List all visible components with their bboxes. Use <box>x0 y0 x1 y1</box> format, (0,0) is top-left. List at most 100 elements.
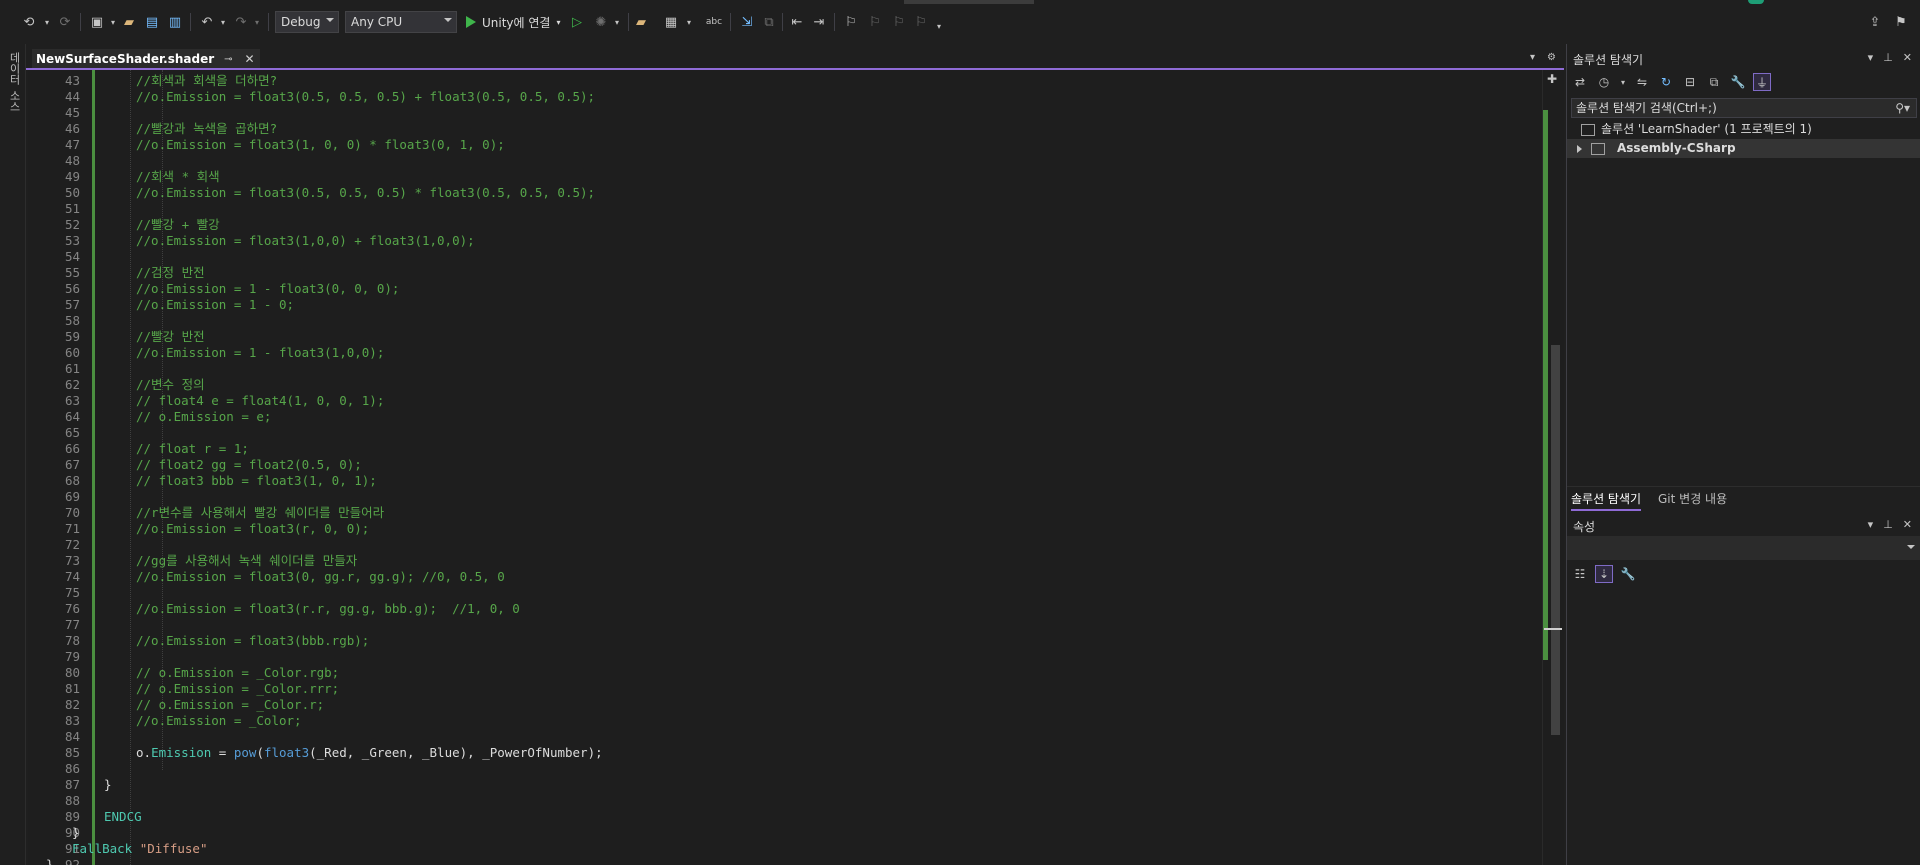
browse-folder-icon[interactable]: ▰ <box>632 12 650 32</box>
code-line[interactable]: 56 //o.Emission = 1 - float3(0, 0, 0); <box>28 281 1528 297</box>
filter-dropdown-icon[interactable]: ▾ <box>1619 73 1627 91</box>
properties-pin-icon[interactable]: ⊥ <box>1883 518 1893 531</box>
next-bookmark-icon[interactable]: ⚐ <box>890 12 908 32</box>
code-line[interactable]: 51 <box>28 201 1528 217</box>
start-without-debug-icon[interactable]: ▷ <box>568 12 586 32</box>
redo-dropdown-icon[interactable]: ▾ <box>248 12 266 32</box>
tab-git-changes[interactable]: Git 변경 내용 <box>1658 490 1727 507</box>
window-position-icon[interactable]: ▾ <box>1868 51 1874 64</box>
attach-unity-button[interactable]: Unity에 연결 ▾ <box>466 11 560 33</box>
code-line[interactable]: 50 //o.Emission = float3(0.5, 0.5, 0.5) *… <box>28 185 1528 201</box>
code-line[interactable]: 62 //변수 정의 <box>28 377 1528 393</box>
save-icon[interactable]: ▤ <box>143 12 161 32</box>
code-line[interactable]: 72 <box>28 537 1528 553</box>
windows-layout-icon[interactable]: ▦ <box>662 12 680 32</box>
clear-bookmarks-icon[interactable]: ⚐ <box>912 12 930 32</box>
code-line[interactable]: 44 //o.Emission = float3(0.5, 0.5, 0.5) +… <box>28 89 1528 105</box>
code-line[interactable]: 85 o.Emission = pow(float3(_Red, _Green, … <box>28 745 1528 761</box>
bookmark-icon[interactable]: ⚐ <box>842 12 860 32</box>
prev-bookmark-icon[interactable]: ⚐ <box>866 12 884 32</box>
layout-dropdown-icon[interactable]: ▾ <box>680 12 698 32</box>
code-line[interactable]: 75 <box>28 585 1528 601</box>
sync-active-document-icon[interactable]: ⇋ <box>1633 73 1651 91</box>
pending-changes-filter-icon[interactable]: ◷ <box>1595 73 1613 91</box>
spell-check-icon[interactable]: abc <box>705 12 723 32</box>
code-line[interactable]: 54 <box>28 249 1528 265</box>
categorized-icon[interactable]: ☷ <box>1571 565 1589 583</box>
code-line[interactable]: 57 //o.Emission = 1 - 0; <box>28 297 1528 313</box>
toolbar-overflow-icon[interactable]: ▾ <box>930 16 948 36</box>
properties-wrench-icon[interactable]: 🔧 <box>1729 73 1747 91</box>
properties-close-icon[interactable]: ✕ <box>1903 518 1912 531</box>
close-panel-icon[interactable]: ✕ <box>1903 51 1912 64</box>
configuration-select[interactable]: Debug <box>275 11 339 33</box>
code-line[interactable]: 88 <box>28 793 1528 809</box>
code-line[interactable]: 82 // o.Emission = _Color.r; <box>28 697 1528 713</box>
attach-dropdown-icon[interactable]: ▾ <box>556 18 560 27</box>
tab-list-dropdown-icon[interactable]: ▾ <box>1530 52 1535 63</box>
code-line[interactable]: 60 //o.Emission = 1 - float3(1,0,0); <box>28 345 1528 361</box>
properties-position-icon[interactable]: ▾ <box>1868 518 1874 531</box>
code-line[interactable]: 92} <box>28 857 1528 865</box>
code-line[interactable]: 59 //빨강 반전 <box>28 329 1528 345</box>
step-over-icon[interactable]: ⧉ <box>760 12 778 32</box>
code-line[interactable]: 67 // float2 gg = float2(0.5, 0); <box>28 457 1528 473</box>
property-pages-icon[interactable]: 🔧 <box>1619 565 1637 583</box>
code-line[interactable]: 81 // o.Emission = _Color.rrr; <box>28 681 1528 697</box>
code-line[interactable]: 84 <box>28 729 1528 745</box>
code-line[interactable]: 65 <box>28 425 1528 441</box>
step-into-icon[interactable]: ⇲ <box>738 12 756 32</box>
switch-views-icon[interactable]: ⇄ <box>1571 73 1589 91</box>
close-icon[interactable]: ✕ <box>245 52 255 66</box>
code-line[interactable]: 55 //검정 반전 <box>28 265 1528 281</box>
code-line[interactable]: 43 //회색과 회색을 더하면? <box>28 73 1528 89</box>
tab-solution-explorer[interactable]: 솔루션 탐색기 <box>1571 490 1642 511</box>
forward-icon[interactable]: ⟳ <box>56 12 74 32</box>
back-dropdown-icon[interactable]: ▾ <box>38 12 56 32</box>
platform-select[interactable]: Any CPU <box>345 11 457 33</box>
code-line[interactable]: 73 //gg를 사용해서 녹색 쉐이더를 만들자 <box>28 553 1528 569</box>
hot-reload-dropdown-icon[interactable]: ▾ <box>608 12 626 32</box>
code-line[interactable]: 87} <box>28 777 1528 793</box>
expand-icon[interactable] <box>1577 145 1582 153</box>
feedback-icon[interactable]: ⚑ <box>1892 12 1910 32</box>
refresh-icon[interactable]: ↻ <box>1657 73 1675 91</box>
code-line[interactable]: 53 //o.Emission = float3(1,0,0) + float3(… <box>28 233 1528 249</box>
code-line[interactable]: 91 FallBack "Diffuse" <box>28 841 1528 857</box>
solution-search-input[interactable]: 솔루션 탐색기 검색(Ctrl+;) ⚲▾ <box>1571 98 1917 118</box>
alphabetical-icon[interactable]: ⇣ <box>1595 565 1613 583</box>
code-line[interactable]: 63 // float4 e = float4(1, 0, 0, 1); <box>28 393 1528 409</box>
outdent-icon[interactable]: ⇤ <box>788 12 806 32</box>
code-line[interactable]: 79 <box>28 649 1528 665</box>
code-line[interactable]: 49 //회색 * 회색 <box>28 169 1528 185</box>
code-line[interactable]: 68 // float3 bbb = float3(1, 0, 1); <box>28 473 1528 489</box>
code-line[interactable]: 61 <box>28 361 1528 377</box>
solution-node[interactable]: 솔루션 'LearnShader' (1 프로젝트의 1) <box>1567 120 1920 139</box>
code-line[interactable]: 86 <box>28 761 1528 777</box>
code-line[interactable]: 46 //빨강과 녹색을 곱하면? <box>28 121 1528 137</box>
save-all-icon[interactable]: ▥ <box>166 12 184 32</box>
undo-dropdown-icon[interactable]: ▾ <box>214 12 232 32</box>
code-line[interactable]: 70 //r변수를 사용해서 빨강 쉐이더를 만들어라 <box>28 505 1528 521</box>
code-line[interactable]: 83 //o.Emission = _Color; <box>28 713 1528 729</box>
back-icon[interactable]: ⟲ <box>20 12 38 32</box>
code-line[interactable]: 52 //빨강 + 빨강 <box>28 217 1528 233</box>
editor-scrollbar[interactable] <box>1542 70 1564 865</box>
code-line[interactable]: 77 <box>28 617 1528 633</box>
code-line[interactable]: 89 ENDCG <box>28 809 1528 825</box>
preview-selected-icon[interactable]: ⏚ <box>1753 73 1771 91</box>
project-node[interactable]: Assembly-CSharp <box>1567 139 1920 158</box>
code-line[interactable]: 69 <box>28 489 1528 505</box>
code-line[interactable]: 74 //o.Emission = float3(0, gg.r, gg.g); … <box>28 569 1528 585</box>
code-line[interactable]: 76 //o.Emission = float3(r.r, gg.g, bbb.g… <box>28 601 1528 617</box>
show-all-files-icon[interactable]: ⧉ <box>1705 73 1723 91</box>
code-line[interactable]: 58 <box>28 313 1528 329</box>
code-line[interactable]: 45 <box>28 105 1528 121</box>
split-window-icon[interactable]: ✚ <box>1544 72 1560 86</box>
code-line[interactable]: 47 //o.Emission = float3(1, 0, 0) * float… <box>28 137 1528 153</box>
code-line[interactable]: 80 // o.Emission = _Color.rgb; <box>28 665 1528 681</box>
code-line[interactable]: 71 //o.Emission = float3(r, 0, 0); <box>28 521 1528 537</box>
code-line[interactable]: 66 // float r = 1; <box>28 441 1528 457</box>
code-line[interactable]: 48 <box>28 153 1528 169</box>
tab-new-surface-shader[interactable]: NewSurfaceShader.shader ⊸ ✕ <box>32 49 260 69</box>
